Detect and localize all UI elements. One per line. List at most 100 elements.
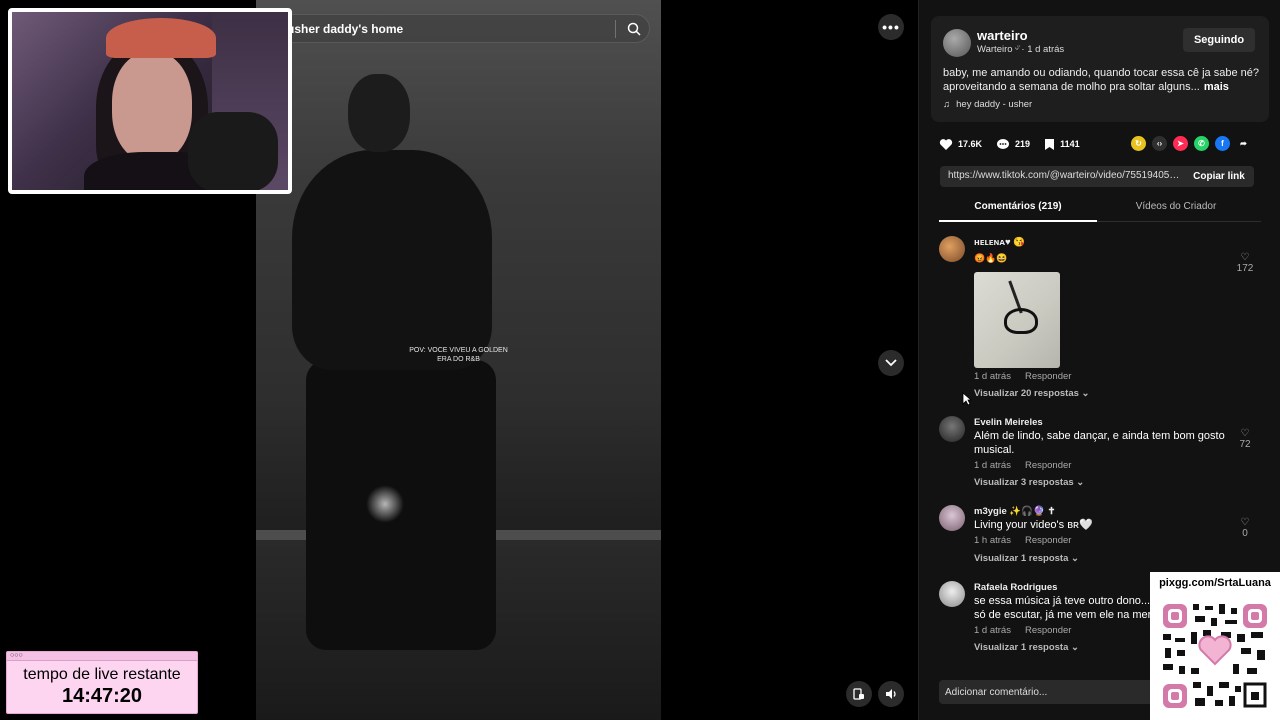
share-icons: ↻ ‹› ➤ ✆ f ➦: [1131, 136, 1251, 151]
share-arrow-icon[interactable]: ➦: [1236, 136, 1251, 151]
save-count: 1141: [1060, 139, 1080, 149]
comment-avatar[interactable]: [939, 581, 965, 607]
comment-time: 1 d atrás: [974, 625, 1011, 636]
microphone: [188, 112, 278, 190]
screen: POV: VOCE VIVEU A GOLDEN ERA DO R&B •••: [0, 0, 1280, 720]
live-timer-widget: ○○○ tempo de live restante 14:47:20: [6, 651, 198, 714]
comment-like-button[interactable]: ♡ 172: [1233, 252, 1257, 274]
comment-like-count: 0: [1242, 528, 1248, 539]
reply-button[interactable]: Responder: [1025, 625, 1071, 636]
post-info-card: warteiro Warteiro ᵕ̈ · 1 d atrás Seguind…: [931, 16, 1269, 122]
timer-label: tempo de live restante: [23, 666, 181, 683]
comment-like-button[interactable]: ♡ 0: [1233, 517, 1257, 539]
like-button[interactable]: 17.6K: [939, 138, 982, 151]
comment-count: 219: [1015, 139, 1031, 149]
comment-text: Além de lindo, sabe dançar, e ainda tem …: [974, 430, 1225, 456]
comment-avatar[interactable]: [939, 416, 965, 442]
comment-image[interactable]: [974, 272, 1060, 368]
heart-icon: [939, 138, 953, 150]
heart-outline-icon: ♡: [1240, 428, 1250, 439]
comment-text: 😡🔥😆: [974, 253, 1008, 263]
tab-comments[interactable]: Comentários (219): [939, 196, 1097, 222]
author-name[interactable]: warteiro: [977, 28, 1028, 43]
send-icon[interactable]: ➤: [1173, 136, 1188, 151]
comment-button[interactable]: 219: [996, 138, 1030, 151]
comment-like-button[interactable]: ♡ 72: [1233, 428, 1257, 450]
reply-button[interactable]: Responder: [1025, 535, 1071, 546]
pip-icon: [853, 688, 864, 700]
comment-item: m3ygie ✨🎧🔮 ✝ Living your video's ʙʀ🤍 1 h…: [939, 499, 1261, 569]
picture-in-picture-button[interactable]: [846, 681, 872, 707]
comment-avatar[interactable]: [939, 236, 965, 262]
comment-meta: 1 d atrás Responder: [974, 371, 1071, 382]
view-replies-button[interactable]: Visualizar 3 respostas ⌄: [974, 477, 1084, 488]
comment-meta: 1 h atrás Responder: [974, 535, 1071, 546]
timer-value: 14:47:20: [61, 685, 143, 707]
comment-like-count: 72: [1239, 439, 1251, 450]
ellipsis-icon: •••: [882, 19, 900, 35]
next-video-button[interactable]: [878, 350, 904, 376]
comment-username[interactable]: m3ygie ✨🎧🔮 ✝: [974, 506, 1055, 517]
comment-like-count: 172: [1236, 263, 1254, 274]
timer-window-bar: ○○○: [7, 652, 197, 661]
comment-username[interactable]: Rafaela Rodrigues: [974, 582, 1057, 593]
volume-icon: [885, 689, 896, 699]
donation-qr-widget: pixgg.com/SrtaLuana: [1150, 572, 1280, 720]
reply-button[interactable]: Responder: [1025, 460, 1071, 471]
author-avatar[interactable]: [943, 29, 971, 57]
search-input[interactable]: [287, 15, 607, 42]
action-row: 17.6K 219 1141 ↻ ‹› ➤ ✆ f ➦: [939, 134, 1257, 154]
view-replies-button[interactable]: Visualizar 20 respostas ⌄: [974, 388, 1090, 399]
view-replies-button[interactable]: Visualizar 1 resposta ⌄: [974, 553, 1079, 564]
comment-username[interactable]: Evelin Meireles: [974, 417, 1043, 428]
save-button[interactable]: 1141: [1044, 138, 1080, 151]
view-replies-label: Visualizar 1 resposta: [974, 553, 1069, 564]
view-replies-label: Visualizar 3 respostas: [974, 477, 1074, 488]
comment-time: 1 d atrás: [974, 371, 1011, 382]
facebook-icon[interactable]: f: [1215, 136, 1230, 151]
comment-icon: [997, 138, 1010, 149]
add-comment-input[interactable]: [939, 680, 1163, 704]
heart-outline-icon: ♡: [1240, 517, 1250, 528]
post-description: baby, me amando ou odiando, quando tocar…: [943, 66, 1259, 94]
video-link[interactable]: https://www.tiktok.com/@warteiro/video/7…: [948, 170, 1180, 181]
dancer-head: [348, 74, 410, 152]
more-options-button[interactable]: •••: [878, 14, 904, 40]
following-button[interactable]: Seguindo: [1183, 28, 1255, 52]
embed-icon[interactable]: ‹›: [1152, 136, 1167, 151]
author-subtitle: Warteiro ᵕ̈ · 1 d atrás: [977, 44, 1065, 55]
comment-time: 1 h atrás: [974, 535, 1011, 546]
view-replies-button[interactable]: Visualizar 1 resposta ⌄: [974, 642, 1079, 653]
comment-text: Living your video's ʙʀ🤍: [974, 519, 1093, 531]
music-title: hey daddy - usher: [956, 99, 1033, 110]
video-caption-overlay: POV: VOCE VIVEU A GOLDEN ERA DO R&B: [409, 347, 508, 363]
video-player[interactable]: POV: VOCE VIVEU A GOLDEN ERA DO R&B: [256, 0, 661, 720]
repost-icon[interactable]: ↻: [1131, 136, 1146, 151]
webcam-face: [112, 52, 192, 162]
search-icon: [627, 22, 641, 36]
heart-outline-icon: ♡: [1240, 252, 1250, 263]
like-count: 17.6K: [958, 139, 983, 149]
image-object: [1004, 308, 1038, 334]
view-replies-label: Visualizar 1 resposta: [974, 642, 1069, 653]
reply-button[interactable]: Responder: [1025, 371, 1071, 382]
comment-meta: 1 d atrás Responder: [974, 460, 1071, 471]
link-row: https://www.tiktok.com/@warteiro/video/7…: [940, 166, 1254, 187]
tab-creator-videos[interactable]: Vídeos do Criador: [1097, 196, 1255, 222]
volume-button[interactable]: [878, 681, 904, 707]
light-reflection: [366, 485, 404, 523]
search-divider: [615, 20, 616, 38]
comment-text: se essa música já teve outro dono... só …: [974, 595, 1152, 621]
qr-code-icon: [1161, 602, 1269, 710]
music-note-icon: ♫: [943, 99, 951, 110]
whatsapp-icon[interactable]: ✆: [1194, 136, 1209, 151]
more-link[interactable]: mais: [1204, 81, 1229, 93]
comment-meta: 1 d atrás Responder: [974, 625, 1071, 636]
mouse-cursor-icon: [962, 392, 972, 406]
webcam-overlay: [8, 8, 292, 194]
music-link[interactable]: ♫ hey daddy - usher: [943, 99, 1032, 110]
copy-link-button[interactable]: Copiar link: [1184, 166, 1254, 187]
comment-avatar[interactable]: [939, 505, 965, 531]
search-button[interactable]: [621, 17, 647, 41]
comment-username[interactable]: ʜᴇʟᴇɴᴀ♥ 😘: [974, 237, 1025, 248]
